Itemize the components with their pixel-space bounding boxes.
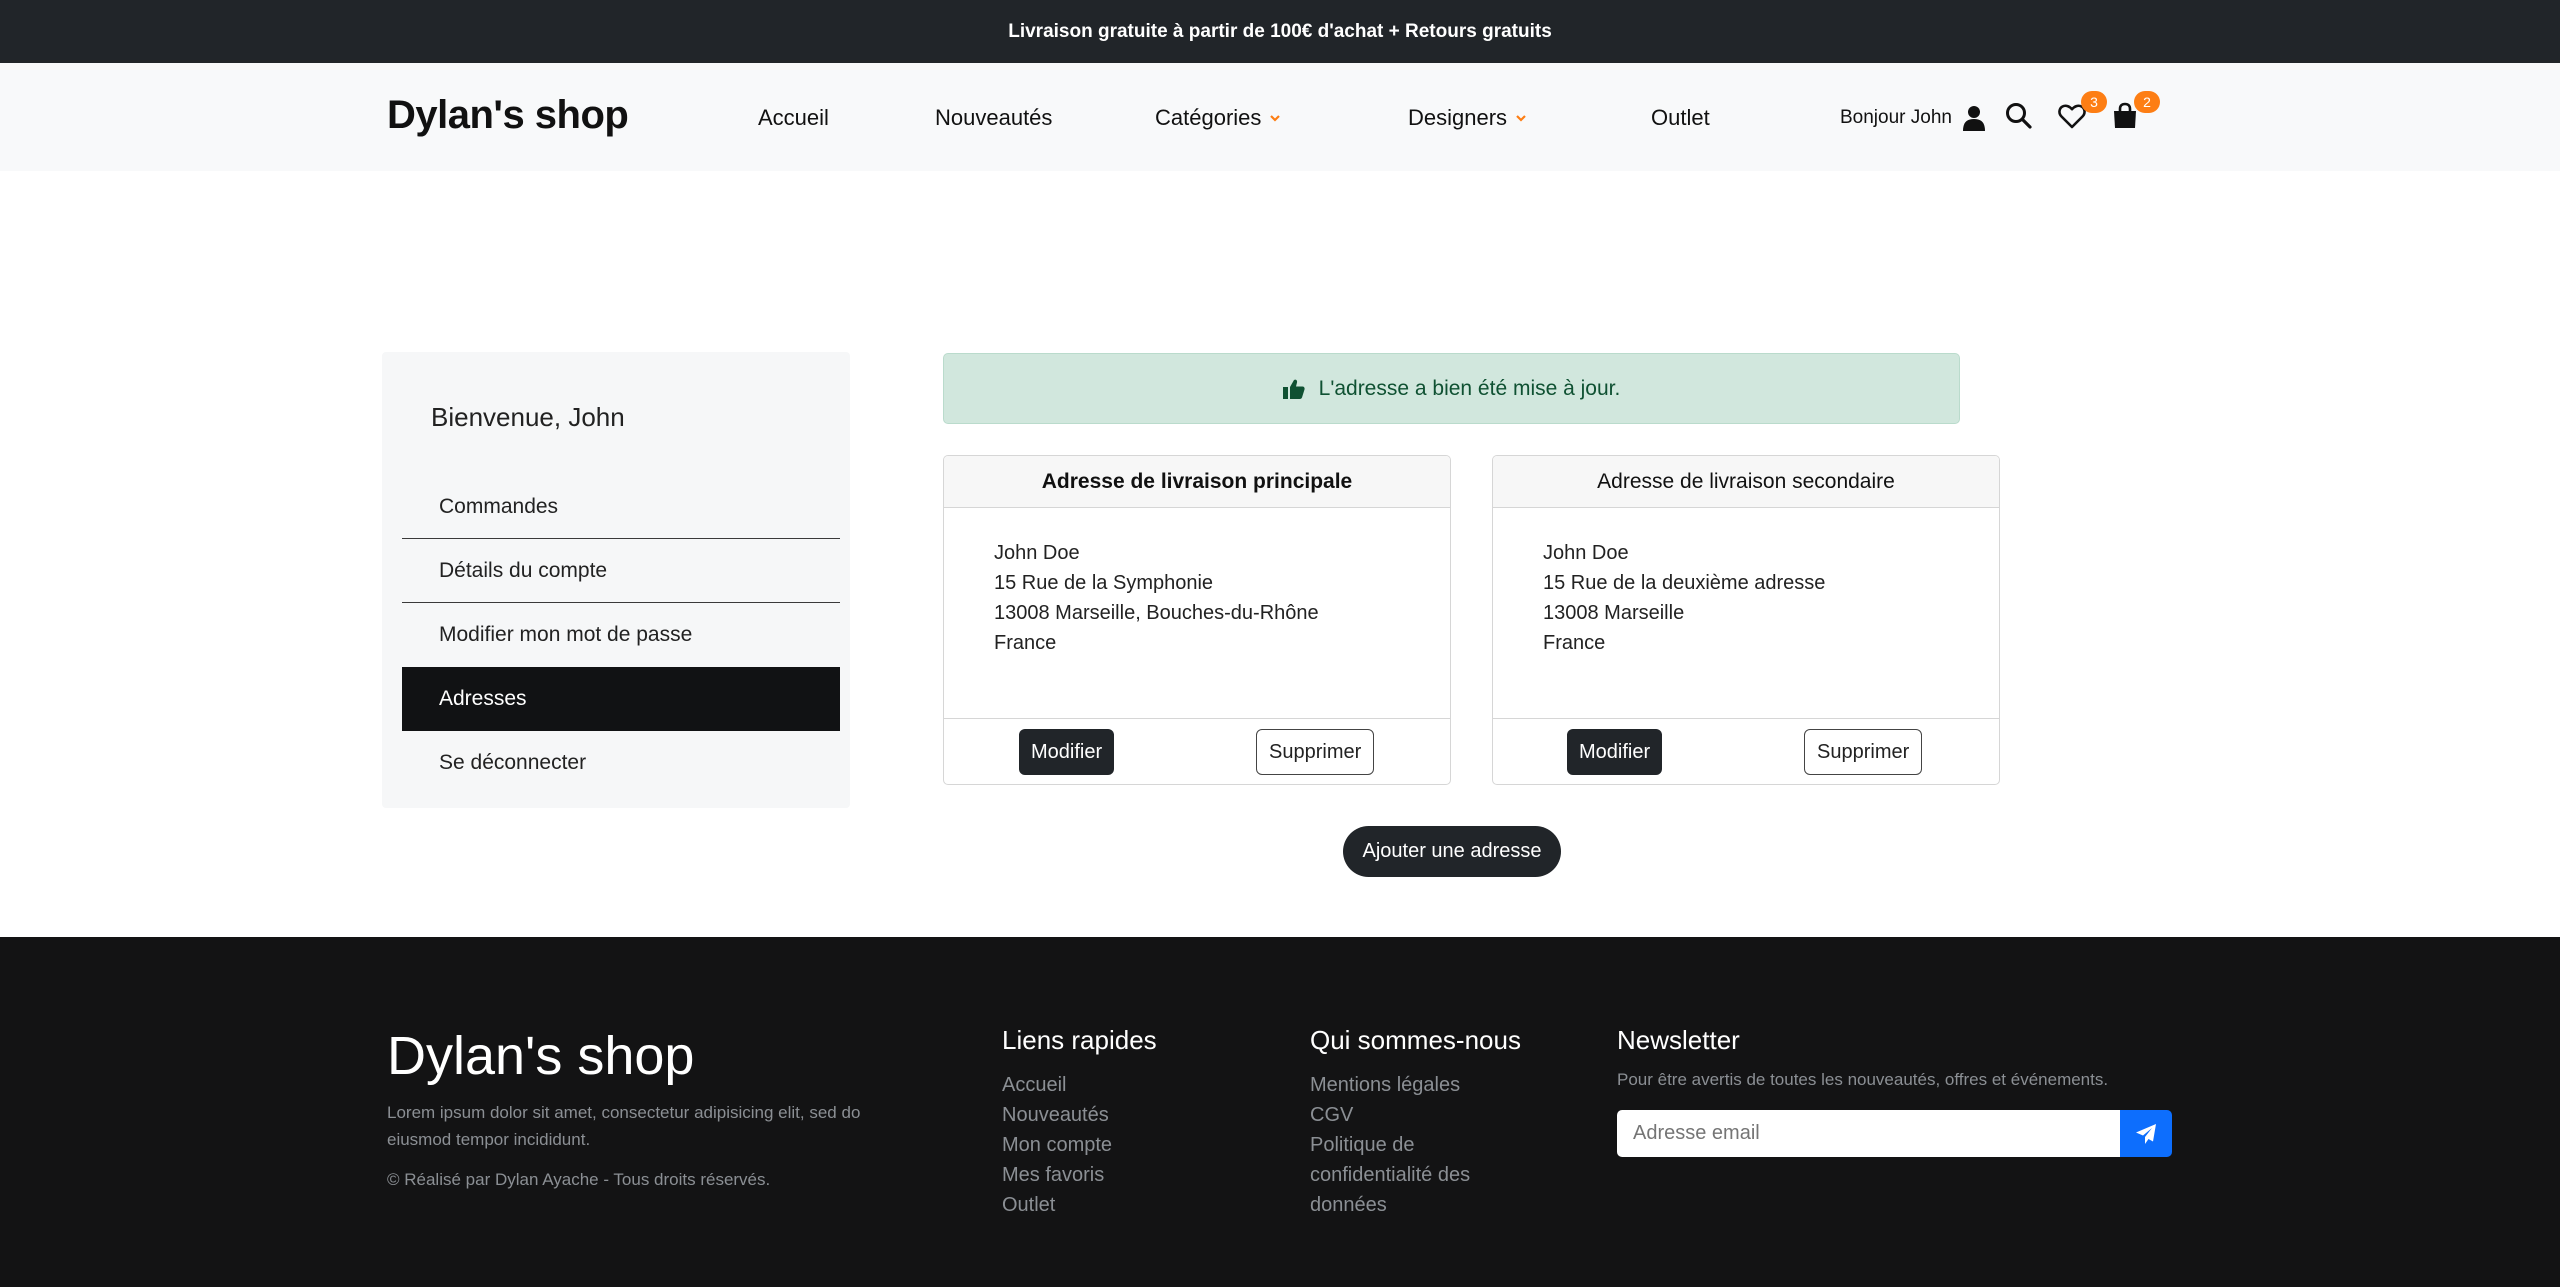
alert-text: L'adresse a bien été mise à jour. (1318, 376, 1621, 400)
menu-item-deconnexion[interactable]: Se déconnecter (402, 731, 840, 795)
promo-text: Livraison gratuite à partir de 100€ d'ac… (1008, 20, 1552, 42)
nav-nouveautes[interactable]: Nouveautés (935, 105, 1052, 131)
search-icon[interactable] (2004, 101, 2034, 131)
greeting-text: Bonjour John (1840, 107, 1952, 128)
address-card-actions: Modifier Supprimer (1493, 718, 1999, 784)
footer-column-title: Liens rapides (1002, 1025, 1157, 1055)
site-header: Dylan's shop Accueil Nouveautés Catégori… (0, 63, 2560, 171)
edit-address-button[interactable]: Modifier (1567, 729, 1663, 775)
welcome-heading: Bienvenue, John (431, 402, 625, 432)
address-line: John Doe (994, 542, 1080, 564)
nav-label: Outlet (1651, 105, 1710, 130)
cart-count-badge: 2 (2134, 91, 2160, 113)
menu-item-details-compte[interactable]: Détails du compte (402, 539, 840, 603)
footer-description: Lorem ipsum dolor sit amet, consectetur … (387, 1103, 861, 1149)
chevron-down-icon (1516, 115, 1526, 122)
account-sidebar: Bienvenue, John Commandes Détails du com… (382, 352, 850, 808)
nav-designers[interactable]: Designers (1408, 105, 1527, 131)
brand-logo[interactable]: Dylan's shop (387, 93, 629, 138)
menu-item-mot-de-passe[interactable]: Modifier mon mot de passe (402, 603, 840, 667)
nav-label: Nouveautés (935, 105, 1053, 130)
site-footer: Dylan's shop Lorem ipsum dolor sit amet,… (0, 937, 2560, 1287)
address-line: France (1543, 632, 1606, 654)
newsletter-submit-button[interactable] (2120, 1110, 2172, 1157)
address-line: 15 Rue de la deuxième adresse (1543, 572, 1826, 594)
nav-label: Catégories (1155, 105, 1262, 130)
footer-link-mentions-legales[interactable]: Mentions légales (1310, 1070, 1540, 1100)
address-card-actions: Modifier Supprimer (944, 718, 1450, 784)
address-card-secondary: Adresse de livraison secondaire John Doe… (1492, 455, 2000, 785)
paper-plane-icon (2136, 1123, 2156, 1144)
delete-address-button[interactable]: Supprimer (1804, 729, 1923, 775)
footer-newsletter: Newsletter Pour être avertis de toutes l… (1617, 1025, 2172, 1157)
nav-label: Designers (1408, 105, 1508, 130)
edit-address-button[interactable]: Modifier (1019, 729, 1115, 775)
menu-item-adresses[interactable]: Adresses (402, 667, 840, 731)
footer-link-cgv[interactable]: CGV (1310, 1100, 1540, 1130)
nav-outlet[interactable]: Outlet (1651, 105, 1710, 131)
footer-about: Qui sommes-nous Mentions légales CGV Pol… (1310, 1025, 1540, 1220)
menu-item-commandes[interactable]: Commandes (402, 475, 840, 539)
address-line: 13008 Marseille (1543, 602, 1685, 624)
footer-link-mes-favoris[interactable]: Mes favoris (1002, 1160, 1157, 1190)
footer-link-outlet[interactable]: Outlet (1002, 1190, 1157, 1220)
newsletter-form (1617, 1110, 2172, 1157)
footer-copyright: © Réalisé par Dylan Ayache - Tous droits… (387, 1170, 771, 1189)
footer-column-title: Newsletter (1617, 1025, 1740, 1055)
footer-brand: Dylan's shop (387, 1026, 695, 1086)
address-line: France (994, 632, 1057, 654)
address-card-body: John Doe 15 Rue de la deuxième adresse 1… (1493, 508, 1999, 718)
address-line: 15 Rue de la Symphonie (994, 572, 1214, 594)
add-address-button[interactable]: Ajouter une adresse (1343, 826, 1561, 877)
address-line: John Doe (1543, 542, 1629, 564)
footer-link-accueil[interactable]: Accueil (1002, 1070, 1157, 1100)
footer-link-nouveautes[interactable]: Nouveautés (1002, 1100, 1157, 1130)
footer-column-title: Qui sommes-nous (1310, 1025, 1521, 1055)
newsletter-email-input[interactable] (1617, 1110, 2120, 1157)
thumbs-up-icon (1282, 379, 1305, 399)
address-card-title: Adresse de livraison secondaire (1493, 456, 1999, 508)
address-card-body: John Doe 15 Rue de la Symphonie 13008 Ma… (944, 508, 1450, 718)
chevron-down-icon (1270, 115, 1281, 122)
nav-label: Accueil (758, 105, 829, 130)
newsletter-description: Pour être avertis de toutes les nouveaut… (1617, 1070, 2109, 1089)
account-menu: Commandes Détails du compte Modifier mon… (402, 475, 840, 795)
wishlist-count-badge: 3 (2081, 91, 2107, 113)
footer-link-politique-confidentialite[interactable]: Politique de confidentialité des données (1310, 1130, 1540, 1220)
user-icon (1962, 106, 1985, 131)
nav-accueil[interactable]: Accueil (758, 105, 829, 131)
address-card-primary: Adresse de livraison principale John Doe… (943, 455, 1451, 785)
delete-address-button[interactable]: Supprimer (1256, 729, 1375, 775)
address-line: 13008 Marseille, Bouches-du-Rhône (994, 602, 1319, 624)
footer-quick-links: Liens rapides Accueil Nouveautés Mon com… (1002, 1025, 1157, 1220)
promo-banner: Livraison gratuite à partir de 100€ d'ac… (0, 0, 2560, 63)
account-link[interactable]: Bonjour John (1840, 105, 1986, 131)
footer-link-mon-compte[interactable]: Mon compte (1002, 1130, 1157, 1160)
address-card-title: Adresse de livraison principale (944, 456, 1450, 508)
success-alert: L'adresse a bien été mise à jour. (943, 353, 1960, 424)
nav-categories[interactable]: Catégories (1155, 105, 1281, 131)
